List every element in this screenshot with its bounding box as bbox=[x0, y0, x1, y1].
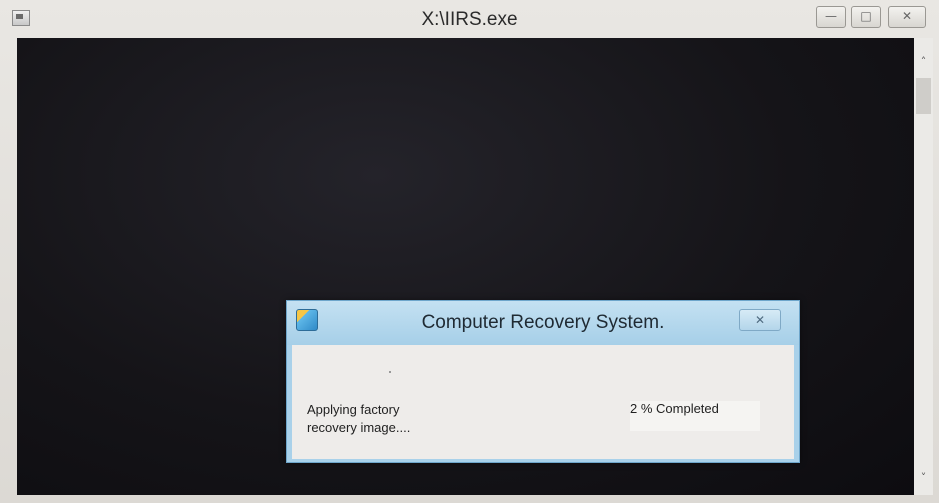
scroll-up-arrow-icon[interactable]: ˄ bbox=[914, 52, 933, 72]
scrollbar-thumb[interactable] bbox=[916, 78, 931, 114]
status-text: Applying factory recovery image.... bbox=[307, 401, 507, 437]
progress-text: 2 % Completed bbox=[630, 401, 719, 416]
dialog-body: Applying factory recovery image.... 2 % … bbox=[292, 345, 794, 459]
maximize-button[interactable]: □ bbox=[851, 6, 881, 28]
progress-indicator: 2 % Completed bbox=[630, 401, 760, 431]
window-titlebar[interactable]: X:\IIRS.exe — □ ✕ bbox=[0, 0, 939, 38]
status-line-1: Applying factory bbox=[307, 402, 400, 417]
status-line-2: recovery image.... bbox=[307, 420, 411, 435]
scroll-down-arrow-icon[interactable]: ˅ bbox=[914, 468, 933, 488]
dialog-close-button[interactable]: ✕ bbox=[739, 309, 781, 331]
console-window: X:\IIRS.exe — □ ✕ ˄ ˅ Computer Recovery … bbox=[0, 0, 939, 503]
minimize-button[interactable]: — bbox=[816, 6, 846, 28]
close-icon: ✕ bbox=[754, 313, 766, 327]
close-button[interactable]: ✕ bbox=[888, 6, 926, 28]
close-icon: ✕ bbox=[901, 9, 913, 23]
dialog-titlebar[interactable]: Computer Recovery System. ✕ bbox=[287, 301, 799, 345]
maximize-icon: □ bbox=[860, 9, 872, 23]
dialog-title: Computer Recovery System. bbox=[421, 312, 665, 333]
vertical-scrollbar[interactable]: ˄ ˅ bbox=[914, 38, 933, 495]
window-title: X:\IIRS.exe bbox=[421, 9, 518, 30]
minimize-icon: — bbox=[825, 9, 837, 23]
recovery-dialog: Computer Recovery System. ✕ Applying fac… bbox=[286, 300, 800, 463]
divider-dot bbox=[389, 371, 391, 373]
